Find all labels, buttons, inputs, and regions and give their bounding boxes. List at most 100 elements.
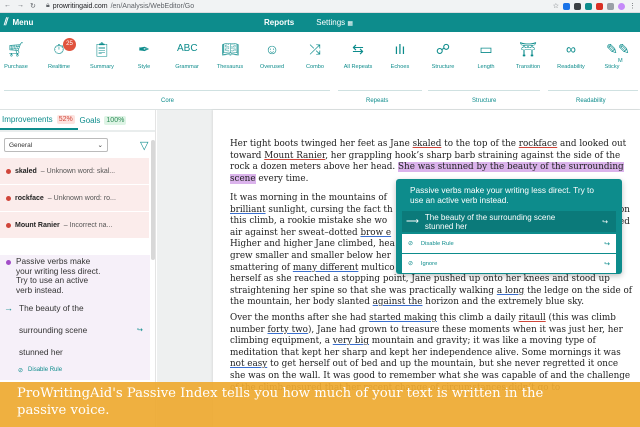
extension-icon[interactable] xyxy=(596,2,603,10)
tool-structure[interactable]: ☍ Structure xyxy=(423,40,463,70)
caption-line: ProWritingAid's Passive Index tells you … xyxy=(17,386,544,401)
header-tabs: Reports Settings ▦ xyxy=(260,18,357,27)
editor-gutter xyxy=(157,110,213,427)
style-suggestion[interactable]: forty two xyxy=(268,325,308,335)
reload-icon[interactable]: ↻ xyxy=(30,2,36,10)
style-suggestion[interactable]: many different xyxy=(293,263,359,273)
extension-icon[interactable] xyxy=(563,2,570,10)
spelling-error[interactable]: skaled xyxy=(413,139,442,149)
face-icon: ☺︎ xyxy=(264,41,280,57)
clipboard-icon: 📋︎ xyxy=(93,41,111,57)
tab-improvements-label: Improvements xyxy=(2,114,53,124)
spelling-error[interactable]: rockface xyxy=(519,139,557,149)
tool-all-repeats[interactable]: ⇆ All Repeats xyxy=(338,40,378,70)
sound-wave-icon: ılı xyxy=(394,41,406,57)
extension-icon[interactable] xyxy=(574,2,581,10)
text-run: smattering of xyxy=(230,262,293,273)
star-icon[interactable]: ☆ xyxy=(553,2,559,10)
passive-suggestion-cont[interactable]: → surrounding scene ↪ xyxy=(0,319,150,341)
tool-length[interactable]: ▭ Length xyxy=(466,40,506,70)
suggestion-line: stunned her xyxy=(19,347,63,357)
category-select[interactable]: General ⌄ xyxy=(4,138,108,152)
spelling-error[interactable]: ritaull xyxy=(519,313,546,323)
url-host: prowritingaid.com xyxy=(52,2,108,10)
apply-arrow-icon[interactable]: ↪ xyxy=(137,326,143,334)
tool-label: Sticky xyxy=(604,64,620,70)
style-suggestion[interactable]: started making xyxy=(369,313,437,323)
suggestion-line: The beauty of the xyxy=(19,303,84,313)
url-field[interactable]: 🔒︎ prowritingaid.com/en/Analysis/WebEdit… xyxy=(46,2,553,10)
disable-icon: ⊘ xyxy=(408,240,413,247)
tool-style[interactable]: ✒︎ Style xyxy=(124,40,164,70)
tool-purchase[interactable]: 🛒︎ Purchase xyxy=(0,40,36,70)
text-run: sunlight, cursing the fact th xyxy=(265,204,393,215)
kebab-menu-icon[interactable]: ⋮ xyxy=(629,2,636,10)
share-nodes-icon: ☍ xyxy=(435,41,451,57)
disable-rule-label: Disable Rule xyxy=(420,240,454,247)
arrow-right-icon[interactable]: → xyxy=(17,2,24,10)
suggestions-panel: Improvements 52% Goals 100% General ⌄ ▽ … xyxy=(0,110,156,427)
tool-thesaurus[interactable]: 📖︎ Thesaurus xyxy=(210,40,250,70)
issue-item[interactable]: Mount Ranier – Incorrect na... xyxy=(0,212,149,239)
group-divider xyxy=(428,90,540,91)
menu-button[interactable]: ⫽ Menu xyxy=(0,17,260,28)
paragraph-2[interactable]: It was morning in the mountains of brill… xyxy=(230,193,410,274)
tool-summary[interactable]: 📋︎ Summary xyxy=(82,40,122,70)
style-suggestion[interactable]: very big xyxy=(333,336,369,346)
passive-suggestion[interactable]: → The beauty of the xyxy=(0,297,150,319)
tab-settings[interactable]: Settings ▦ xyxy=(312,18,357,27)
tab-settings-label: Settings xyxy=(316,18,346,27)
paragraph-2-cont[interactable]: herself as she reached a stopping point,… xyxy=(230,274,636,309)
disable-rule-button[interactable]: ⊘ Disable Rule xyxy=(0,363,150,377)
filter-icon[interactable]: ▽ xyxy=(140,139,148,152)
passive-verb-card[interactable]: Passive verbs make your writing less dir… xyxy=(0,255,150,380)
spelling-error[interactable]: Mount Ranier xyxy=(264,151,325,161)
error-dot-icon xyxy=(6,195,11,201)
tab-reports[interactable]: Reports xyxy=(260,18,298,27)
tool-grammar[interactable]: ABC Grammar xyxy=(167,40,207,70)
menu-label: Menu xyxy=(12,18,34,27)
text-run: Her tight boots twinged her feet as Jane xyxy=(230,139,413,149)
disable-rule-button[interactable]: ⊘ Disable Rule ↪ xyxy=(402,234,616,253)
arrow-left-icon[interactable]: ← xyxy=(4,2,11,10)
popup-suggestion-text: The beauty of the surrounding scene stunn… xyxy=(425,213,555,231)
tool-readability[interactable]: ∞ Readability xyxy=(551,40,591,70)
tool-label: M xyxy=(618,58,623,64)
style-suggestion[interactable]: not easy xyxy=(230,359,267,369)
text-run: grew smaller and smaller below her xyxy=(230,250,391,261)
popup-suggestion[interactable]: ⟶ The beauty of the surrounding scene stu… xyxy=(402,211,616,232)
style-suggestion[interactable]: brow e xyxy=(360,228,391,238)
panel-scrollbar[interactable] xyxy=(151,140,155,260)
passive-suggestion-cont[interactable]: → stunned her xyxy=(0,341,150,363)
caption-line: passive voice. xyxy=(17,403,110,418)
tool-label: Realtime xyxy=(47,64,71,70)
ignore-icon: ⊘ xyxy=(408,260,413,267)
apply-arrow-icon[interactable]: ↪ xyxy=(602,218,608,226)
ignore-button[interactable]: ⊘ Ignore ↪ xyxy=(402,254,616,273)
extension-icon[interactable] xyxy=(607,2,614,10)
tool-echoes[interactable]: ılı Echoes xyxy=(380,40,420,70)
tool-transition[interactable]: ⛩︎ Transition xyxy=(508,40,548,70)
text-run: air against her sweat–dotted xyxy=(230,227,361,238)
tab-improvements[interactable]: Improvements 52% xyxy=(0,110,78,130)
tool-more[interactable]: ✎ M xyxy=(618,40,640,64)
suggestion-popup[interactable]: Passive verbs make your writing less dir… xyxy=(396,179,622,274)
lock-icon: 🔒︎ xyxy=(46,2,50,9)
style-suggestion[interactable]: brilliant xyxy=(230,205,266,215)
tab-goals[interactable]: Goals 100% xyxy=(78,110,156,130)
tool-combo[interactable]: ⤮ Combo xyxy=(295,40,335,70)
tool-label: All Repeats xyxy=(343,64,373,70)
tool-label: Combo xyxy=(305,64,325,70)
pen-icon: ✒︎ xyxy=(138,41,150,57)
browser-address-bar: ← → ↻ 🔒︎ prowritingaid.com/en/Analysis/W… xyxy=(0,0,640,13)
extension-icon[interactable] xyxy=(585,2,592,10)
profile-avatar[interactable] xyxy=(618,2,625,10)
grammar-suggestion[interactable]: against the xyxy=(373,297,423,307)
tool-realtime[interactable]: ⏱︎ 25 Realtime xyxy=(39,38,79,70)
passive-message: Passive verbs make your writing less dir… xyxy=(16,256,101,295)
issue-item[interactable]: rockface – Unknown word: ro... xyxy=(0,185,149,212)
paragraph-2-overflow: on ed xyxy=(619,205,639,228)
issue-item[interactable]: skaled – Unknown word: skal... xyxy=(0,158,149,185)
tool-overused[interactable]: ☺︎ Overused xyxy=(252,40,292,70)
style-suggestion[interactable]: a long xyxy=(497,286,524,296)
